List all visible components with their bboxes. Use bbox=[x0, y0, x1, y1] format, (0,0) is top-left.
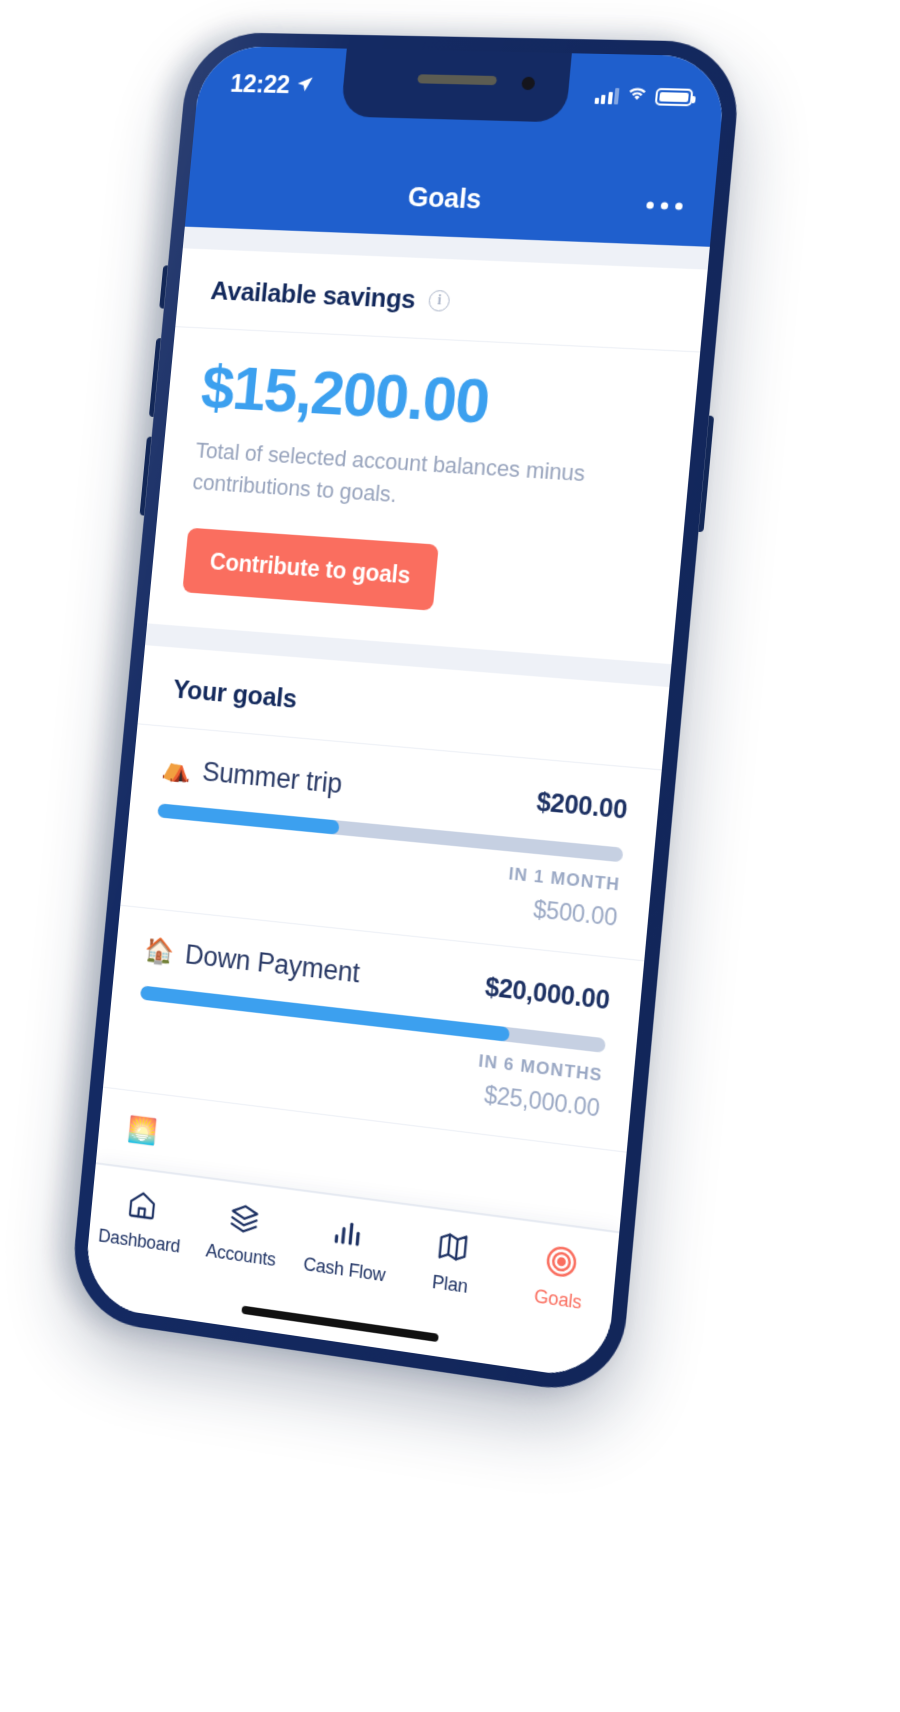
ellipsis-icon[interactable] bbox=[646, 202, 683, 210]
tab-label: Goals bbox=[533, 1286, 582, 1314]
location-arrow-icon bbox=[295, 71, 315, 100]
status-bar-indicators bbox=[594, 84, 694, 108]
tab-label: Cash Flow bbox=[302, 1254, 386, 1287]
cellular-signal-icon bbox=[594, 87, 619, 104]
your-goals-section: Your goals ⛺ Summer trip $200.00 IN 1 MO… bbox=[96, 645, 670, 1232]
tab-cash-flow[interactable]: Cash Flow bbox=[291, 1207, 402, 1288]
goal-name: 🌅 bbox=[126, 1117, 169, 1147]
tab-label: Accounts bbox=[205, 1240, 277, 1271]
available-savings-amount: $15,200.00 bbox=[199, 354, 663, 445]
home-icon bbox=[126, 1185, 160, 1225]
info-circle-icon[interactable]: i bbox=[428, 290, 451, 312]
earpiece-speaker bbox=[417, 74, 497, 85]
contribute-to-goals-button[interactable]: Contribute to goals bbox=[182, 528, 439, 611]
goal-saved-amount: $20,000.00 bbox=[484, 973, 611, 1017]
tab-dashboard[interactable]: Dashboard bbox=[88, 1180, 195, 1259]
house-emoji: 🏠 bbox=[143, 937, 175, 965]
battery-full-icon bbox=[655, 88, 694, 106]
goal-progress-fill bbox=[157, 803, 339, 834]
available-savings-description: Total of selected account balances minus… bbox=[191, 435, 609, 525]
tab-accounts[interactable]: Accounts bbox=[189, 1194, 298, 1274]
scroll-content[interactable]: Available savings i $15,200.00 Total of … bbox=[82, 227, 710, 1382]
available-savings-card: Available savings i $15,200.00 Total of … bbox=[147, 248, 708, 664]
goal-saved-amount: $200.00 bbox=[535, 787, 628, 825]
tab-label: Dashboard bbox=[97, 1225, 180, 1257]
phone-mockup: 12:22 Goals Available savings i $15,200.… bbox=[68, 32, 743, 1399]
screenshot-canvas: 12:22 Goals Available savings i $15,200.… bbox=[0, 0, 900, 1712]
front-camera bbox=[521, 77, 535, 90]
goal-name-label: Summer trip bbox=[201, 756, 343, 800]
map-icon bbox=[436, 1226, 472, 1268]
target-icon bbox=[542, 1241, 580, 1283]
device-notch bbox=[340, 49, 571, 123]
tent-emoji: ⛺ bbox=[161, 755, 193, 783]
tab-label: Plan bbox=[431, 1271, 468, 1298]
goal-name-label: Down Payment bbox=[184, 939, 361, 990]
tab-plan[interactable]: Plan bbox=[396, 1221, 509, 1303]
tab-goals[interactable]: Goals bbox=[503, 1236, 618, 1319]
partial-goal-emoji: 🌅 bbox=[126, 1117, 158, 1146]
status-time-label: 12:22 bbox=[229, 70, 291, 100]
status-bar: 12:22 bbox=[192, 46, 728, 168]
goal-name: ⛺ Summer trip bbox=[160, 752, 343, 800]
layers-icon bbox=[227, 1198, 261, 1239]
status-bar-time: 12:22 bbox=[229, 70, 315, 101]
available-savings-body: $15,200.00 Total of selected account bal… bbox=[147, 327, 700, 664]
page-title: Goals bbox=[407, 181, 483, 215]
wifi-icon bbox=[626, 85, 648, 107]
goal-name: 🏠 Down Payment bbox=[143, 935, 361, 990]
available-savings-title: Available savings bbox=[209, 275, 416, 315]
